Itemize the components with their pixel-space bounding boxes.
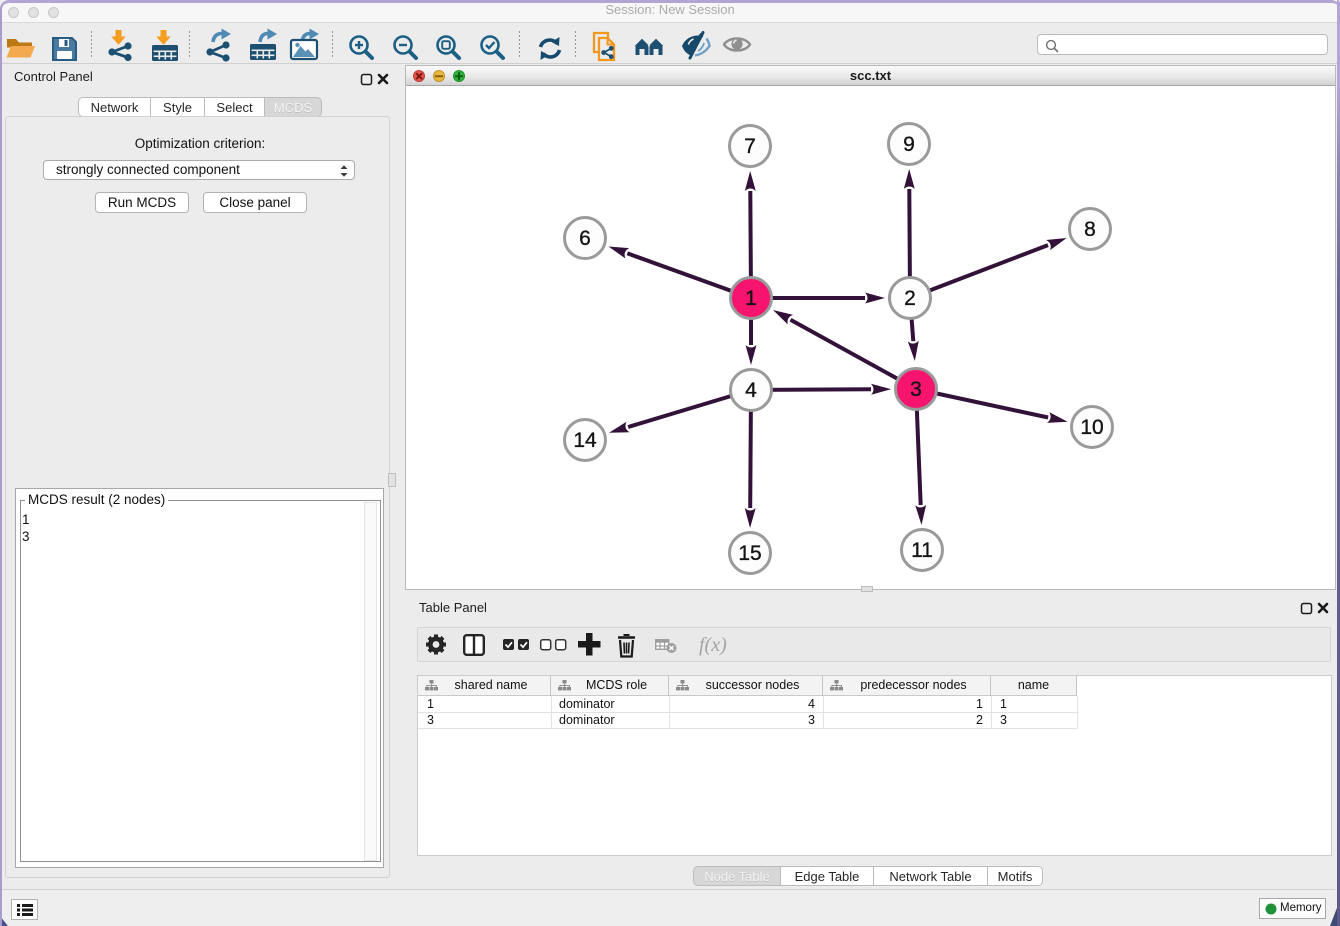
svg-text:9: 9 <box>903 133 915 156</box>
svg-text:8: 8 <box>1084 218 1096 241</box>
svg-text:15: 15 <box>738 542 761 565</box>
svg-text:10: 10 <box>1080 416 1103 439</box>
svg-text:f(x): f(x) <box>699 634 727 656</box>
svg-text:1: 1 <box>745 287 757 310</box>
svg-text:14: 14 <box>573 429 597 452</box>
svg-text:7: 7 <box>744 135 756 158</box>
svg-text:11: 11 <box>911 539 933 562</box>
svg-text:2: 2 <box>904 287 916 310</box>
svg-text:3: 3 <box>910 378 922 401</box>
svg-text:4: 4 <box>745 379 757 402</box>
svg-text:6: 6 <box>579 227 591 250</box>
